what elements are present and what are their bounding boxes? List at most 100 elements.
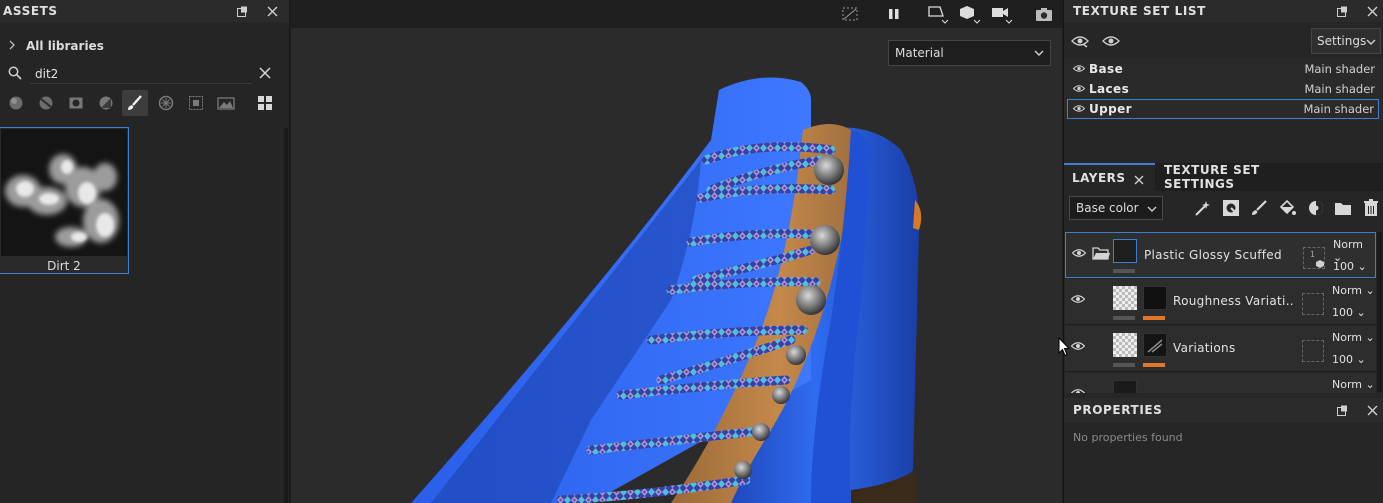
- grid-view-icon[interactable]: [252, 90, 278, 116]
- eye-icon[interactable]: [1070, 387, 1086, 393]
- layer-channel-bar: [1113, 363, 1135, 367]
- viewport-mode-dropdown[interactable]: Material: [888, 40, 1051, 66]
- viewport-toolbar: [291, 0, 1062, 28]
- folder-icon[interactable]: [1092, 246, 1110, 263]
- eye-icon[interactable]: [1102, 34, 1120, 51]
- eye-icon[interactable]: [1072, 102, 1086, 116]
- asset-label: Dirt 2: [47, 259, 81, 273]
- mouse-cursor-icon: [1058, 337, 1070, 357]
- layer-channel-bar: [1113, 316, 1135, 320]
- delete-icon[interactable]: [1361, 198, 1381, 218]
- close-icon[interactable]: [1364, 3, 1380, 19]
- opacity-value[interactable]: 100 ⌄: [1333, 260, 1367, 273]
- camera-icon[interactable]: [991, 3, 1013, 25]
- layer-row-folder[interactable]: Plastic Glossy Scuffed 1 Norm ⌄ 100 ⌄: [1065, 232, 1376, 278]
- texture-set-name: Upper: [1089, 102, 1132, 116]
- search-input[interactable]: [30, 64, 252, 84]
- visibility-solo-icon[interactable]: [1071, 34, 1089, 51]
- assets-scrollbar[interactable]: [284, 128, 288, 503]
- library-selector[interactable]: All libraries: [0, 34, 289, 58]
- dirt-brush-preview: [1, 129, 127, 256]
- eye-icon[interactable]: [1072, 82, 1086, 96]
- tab-layers[interactable]: LAYERS: [1064, 163, 1155, 191]
- fill-layer-icon[interactable]: [1277, 198, 1297, 218]
- view-cube-icon[interactable]: [959, 3, 981, 25]
- opacity-value[interactable]: 100 ⌄: [1332, 353, 1366, 366]
- texture-set-list-title: TEXTURE SET LIST: [1073, 4, 1206, 18]
- brush-icon[interactable]: [122, 90, 148, 116]
- texture-set-row[interactable]: Laces Main shader: [1067, 79, 1379, 99]
- texture-set-row-selected[interactable]: Upper Main shader: [1067, 99, 1379, 119]
- close-icon[interactable]: [1134, 174, 1144, 188]
- texture-set-rows: Base Main shader Laces Main shader Upper…: [1064, 58, 1383, 120]
- channel-dropdown[interactable]: Base color: [1069, 196, 1163, 220]
- projection-icon[interactable]: [927, 3, 949, 25]
- alpha-icon[interactable]: [183, 90, 209, 116]
- shader-label[interactable]: Main shader: [1304, 62, 1375, 76]
- particles-icon[interactable]: [153, 90, 179, 116]
- layer-thumbnail: [1113, 380, 1137, 393]
- close-icon[interactable]: [264, 3, 280, 19]
- mask-icon[interactable]: [63, 90, 89, 116]
- layer-name: Roughness Variati…: [1173, 294, 1293, 308]
- add-folder-icon[interactable]: [1333, 198, 1353, 218]
- mask-slot[interactable]: [1302, 340, 1324, 362]
- layer-stack: Plastic Glossy Scuffed 1 Norm ⌄ 100 ⌄ Ro…: [1064, 231, 1383, 393]
- chevron-down-icon: [1147, 203, 1157, 217]
- search-bar: [0, 62, 289, 86]
- blend-mode[interactable]: Norm ⌄: [1332, 284, 1375, 297]
- settings-label: Settings: [1317, 34, 1367, 48]
- blend-mode[interactable]: Norm ⌄: [1332, 378, 1375, 391]
- tab-texture-set-settings[interactable]: TEXTURE SET SETTINGS: [1156, 163, 1326, 191]
- opacity-value[interactable]: 100 ⌄: [1332, 306, 1366, 319]
- layer-row[interactable]: Norm ⌄: [1065, 373, 1376, 393]
- layer-row[interactable]: Variations Norm ⌄ 100 ⌄: [1065, 326, 1376, 372]
- tab-texture-set-settings-label: TEXTURE SET SETTINGS: [1164, 163, 1260, 191]
- layer-row[interactable]: Roughness Variati… Norm ⌄ 100 ⌄: [1065, 279, 1376, 325]
- assets-header: ASSETS: [0, 0, 289, 22]
- mask-slot[interactable]: [1302, 293, 1324, 315]
- texture-set-list-header: TEXTURE SET LIST: [1064, 0, 1383, 22]
- layers-scrollbar[interactable]: [1377, 232, 1382, 392]
- float-icon[interactable]: [1334, 402, 1350, 418]
- generator-icon[interactable]: [93, 90, 119, 116]
- search-icon: [8, 66, 22, 83]
- shader-label[interactable]: Main shader: [1304, 82, 1375, 96]
- eye-icon[interactable]: [1071, 247, 1087, 261]
- shader-label[interactable]: Main shader: [1303, 102, 1374, 116]
- tab-layers-label: LAYERS: [1072, 171, 1126, 185]
- asset-filter-bar: [0, 89, 289, 117]
- assets-title: ASSETS: [3, 4, 58, 18]
- paint-layer-icon[interactable]: [1249, 198, 1269, 218]
- assets-panel: ASSETS All libraries dit2 Dirt 2: [0, 0, 290, 503]
- add-mask-icon[interactable]: [1306, 198, 1326, 218]
- float-icon[interactable]: [1334, 3, 1350, 19]
- screenshot-icon[interactable]: [1033, 3, 1055, 25]
- blend-mode[interactable]: Norm ⌄: [1332, 331, 1375, 344]
- pause-icon[interactable]: [883, 3, 905, 25]
- mask-thumbnail: [1143, 333, 1167, 357]
- boot-3d-model: [411, 77, 922, 503]
- chevron-down-icon: [1366, 36, 1376, 50]
- properties-empty-text: No properties found: [1073, 431, 1183, 444]
- environment-icon[interactable]: [213, 90, 239, 116]
- mask-slot[interactable]: 1: [1303, 247, 1325, 269]
- smart-material-icon[interactable]: [3, 90, 29, 116]
- material-icon[interactable]: [33, 90, 59, 116]
- clear-search-icon[interactable]: [258, 66, 272, 83]
- eye-icon[interactable]: [1070, 340, 1086, 354]
- eye-icon[interactable]: [1070, 293, 1086, 307]
- eye-icon[interactable]: [1072, 62, 1086, 76]
- hide-ui-icon[interactable]: [839, 3, 861, 25]
- float-icon[interactable]: [234, 3, 250, 19]
- 3d-viewport[interactable]: Material: [291, 0, 1062, 503]
- folder-thumbnail: [1113, 239, 1137, 263]
- add-effect-icon[interactable]: [1221, 198, 1241, 218]
- texture-set-row[interactable]: Base Main shader: [1067, 59, 1379, 79]
- texture-set-name: Base: [1089, 62, 1124, 76]
- magic-wand-icon[interactable]: [1192, 198, 1212, 218]
- close-icon[interactable]: [1364, 402, 1380, 418]
- layer-channel-bar: [1113, 269, 1135, 273]
- settings-dropdown[interactable]: Settings: [1311, 28, 1381, 54]
- asset-thumbnail[interactable]: Dirt 2: [0, 127, 129, 274]
